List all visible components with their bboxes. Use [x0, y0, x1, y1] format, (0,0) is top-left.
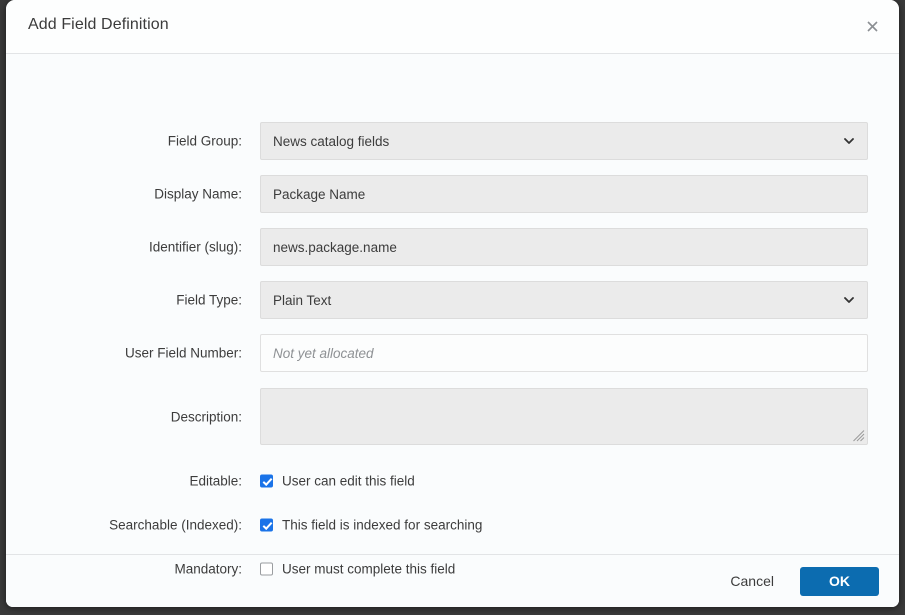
checkbox-checked-icon [260, 518, 273, 532]
mandatory-checkbox[interactable]: User must complete this field [260, 562, 455, 577]
display-name-label: Display Name: [154, 186, 242, 202]
display-name-value: Package Name [273, 186, 366, 202]
field-group-label: Field Group: [167, 133, 242, 149]
dialog-titlebar: Add Field Definition [6, 0, 899, 54]
description-label: Description: [170, 409, 242, 424]
field-type-select[interactable]: Plain Text [260, 281, 868, 319]
checkbox-unchecked-icon [260, 562, 273, 576]
user-field-number-label: User Field Number: [124, 345, 242, 361]
user-field-number-row: User Field Number: Not yet allocated [6, 334, 899, 372]
searchable-row: Searchable (Indexed): This field is inde… [6, 506, 899, 544]
field-group-value: News catalog fields [273, 133, 390, 149]
editable-checkbox[interactable]: User can edit this field [260, 474, 415, 489]
description-textarea[interactable] [260, 388, 868, 445]
user-field-number-input[interactable]: Not yet allocated [260, 334, 868, 372]
user-field-number-placeholder: Not yet allocated [273, 345, 374, 361]
resize-grip-icon [853, 430, 865, 442]
display-name-input[interactable]: Package Name [260, 175, 868, 213]
identifier-input[interactable]: news.package.name [260, 228, 868, 266]
editable-label: Editable: [189, 473, 242, 489]
add-field-definition-dialog: Add Field Definition Field Group: News c… [6, 0, 899, 607]
chevron-down-icon [844, 297, 854, 303]
mandatory-row: Mandatory: User must complete this field [6, 550, 899, 588]
field-type-label: Field Type: [176, 292, 242, 308]
identifier-label: Identifier (slug): [148, 239, 242, 255]
searchable-checkbox[interactable]: This field is indexed for searching [260, 518, 482, 533]
dialog-title: Add Field Definition [28, 16, 169, 33]
field-group-row: Field Group: News catalog fields [6, 122, 899, 160]
field-type-row: Field Type: Plain Text [6, 281, 899, 319]
editable-checkbox-label: User can edit this field [282, 473, 415, 489]
mandatory-label: Mandatory: [174, 561, 242, 577]
mandatory-checkbox-label: User must complete this field [282, 561, 456, 577]
field-group-select[interactable]: News catalog fields [260, 122, 868, 160]
field-type-value: Plain Text [273, 292, 332, 308]
close-icon[interactable] [858, 12, 886, 40]
identifier-row: Identifier (slug): news.package.name [6, 228, 899, 266]
editable-row: Editable: User can edit this field [6, 462, 899, 500]
description-row: Description: [6, 388, 899, 445]
chevron-down-icon [844, 138, 854, 144]
display-name-row: Display Name: Package Name [6, 175, 899, 213]
identifier-value: news.package.name [273, 239, 397, 255]
checkbox-checked-icon [260, 474, 273, 488]
searchable-checkbox-label: This field is indexed for searching [282, 517, 483, 533]
searchable-label: Searchable (Indexed): [109, 517, 242, 533]
field-definition-form: Field Group: News catalog fields Display… [6, 54, 899, 577]
